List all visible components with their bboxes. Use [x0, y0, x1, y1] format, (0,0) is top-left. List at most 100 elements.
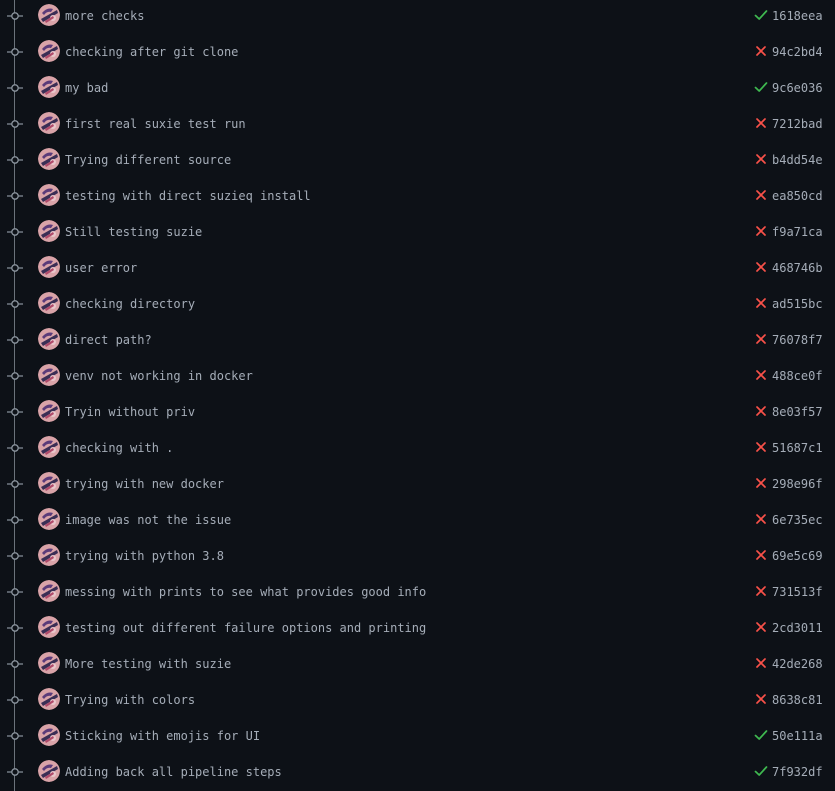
commit-row[interactable]: image was not the issue 6e735ec	[0, 504, 835, 540]
commit-message[interactable]: more checks	[65, 9, 144, 23]
commit-message[interactable]: More testing with suzie	[65, 657, 231, 671]
avatar[interactable]	[38, 148, 60, 170]
commit-row[interactable]: checking directory ad515bc	[0, 288, 835, 324]
x-icon[interactable]	[754, 404, 768, 418]
x-icon[interactable]	[754, 476, 768, 490]
x-icon[interactable]	[754, 548, 768, 562]
commit-sha-link[interactable]: 8e03f57	[772, 405, 823, 419]
commit-sha-link[interactable]: 6e735ec	[772, 513, 823, 527]
commit-message[interactable]: Still testing suzie	[65, 225, 202, 239]
x-icon[interactable]	[754, 260, 768, 274]
avatar[interactable]	[38, 292, 60, 314]
commit-sha-link[interactable]: b4dd54e	[772, 153, 823, 167]
commit-message[interactable]: trying with python 3.8	[65, 549, 224, 563]
commit-message[interactable]: Sticking with emojis for UI	[65, 729, 260, 743]
x-icon[interactable]	[754, 116, 768, 130]
x-icon[interactable]	[754, 224, 768, 238]
commit-row[interactable]: Tryin without priv 8e03f57	[0, 396, 835, 432]
x-icon[interactable]	[754, 296, 768, 310]
check-icon[interactable]	[754, 764, 768, 778]
commit-row[interactable]: venv not working in docker 488ce0f	[0, 360, 835, 396]
commit-sha-link[interactable]: 50e111a	[772, 729, 823, 743]
commit-row[interactable]: trying with python 3.8 69e5c69	[0, 540, 835, 576]
avatar[interactable]	[38, 724, 60, 746]
avatar[interactable]	[38, 184, 60, 206]
avatar[interactable]	[38, 220, 60, 242]
commit-sha-link[interactable]: 69e5c69	[772, 549, 823, 563]
avatar[interactable]	[38, 256, 60, 278]
avatar[interactable]	[38, 544, 60, 566]
commit-sha-link[interactable]: 76078f7	[772, 333, 823, 347]
x-icon[interactable]	[754, 512, 768, 526]
commit-row[interactable]: checking after git clone 94c2bd4	[0, 36, 835, 72]
avatar[interactable]	[38, 400, 60, 422]
commit-message[interactable]: checking after git clone	[65, 45, 238, 59]
avatar[interactable]	[38, 436, 60, 458]
commit-sha-link[interactable]: 42de268	[772, 657, 823, 671]
commit-message[interactable]: direct path?	[65, 333, 152, 347]
avatar[interactable]	[38, 364, 60, 386]
commit-sha-link[interactable]: ad515bc	[772, 297, 823, 311]
commit-sha-link[interactable]: 488ce0f	[772, 369, 823, 383]
commit-sha-link[interactable]: 7f932df	[772, 765, 823, 779]
avatar[interactable]	[38, 688, 60, 710]
avatar[interactable]	[38, 760, 60, 782]
commit-sha-link[interactable]: 9c6e036	[772, 81, 823, 95]
commit-sha-link[interactable]: 731513f	[772, 585, 823, 599]
avatar[interactable]	[38, 580, 60, 602]
avatar[interactable]	[38, 328, 60, 350]
check-icon[interactable]	[754, 8, 768, 22]
commit-message[interactable]: Trying with colors	[65, 693, 195, 707]
commit-row[interactable]: checking with . 51687c1	[0, 432, 835, 468]
x-icon[interactable]	[754, 620, 768, 634]
commit-row[interactable]: testing with direct suzieq install ea850c…	[0, 180, 835, 216]
commit-row[interactable]: Trying different source b4dd54e	[0, 144, 835, 180]
commit-message[interactable]: image was not the issue	[65, 513, 231, 527]
check-icon[interactable]	[754, 80, 768, 94]
commit-sha-link[interactable]: 2cd3011	[772, 621, 823, 635]
commit-row[interactable]: user error 468746b	[0, 252, 835, 288]
commit-message[interactable]: venv not working in docker	[65, 369, 253, 383]
commit-row[interactable]: my bad 9c6e036	[0, 72, 835, 108]
avatar[interactable]	[38, 472, 60, 494]
commit-sha-link[interactable]: 7212bad	[772, 117, 823, 131]
commit-sha-link[interactable]: 1618eea	[772, 9, 823, 23]
x-icon[interactable]	[754, 368, 768, 382]
commit-row[interactable]: messing with prints to see what provides…	[0, 576, 835, 612]
commit-message[interactable]: testing with direct suzieq install	[65, 189, 311, 203]
commit-message[interactable]: messing with prints to see what provides…	[65, 585, 426, 599]
commit-row[interactable]: Adding back all pipeline steps 7f932df	[0, 756, 835, 791]
commit-row[interactable]: Sticking with emojis for UI 50e111a	[0, 720, 835, 756]
x-icon[interactable]	[754, 692, 768, 706]
check-icon[interactable]	[754, 728, 768, 742]
commit-message[interactable]: testing out different failure options an…	[65, 621, 426, 635]
avatar[interactable]	[38, 76, 60, 98]
commit-message[interactable]: my bad	[65, 81, 108, 95]
avatar[interactable]	[38, 112, 60, 134]
avatar[interactable]	[38, 508, 60, 530]
avatar[interactable]	[38, 4, 60, 26]
commit-row[interactable]: first real suxie test run 7212bad	[0, 108, 835, 144]
commit-sha-link[interactable]: 51687c1	[772, 441, 823, 455]
commit-message[interactable]: trying with new docker	[65, 477, 224, 491]
commit-row[interactable]: trying with new docker 298e96f	[0, 468, 835, 504]
commit-message[interactable]: Trying different source	[65, 153, 231, 167]
commit-sha-link[interactable]: f9a71ca	[772, 225, 823, 239]
commit-message[interactable]: user error	[65, 261, 137, 275]
x-icon[interactable]	[754, 440, 768, 454]
commit-row[interactable]: direct path? 76078f7	[0, 324, 835, 360]
commit-sha-link[interactable]: ea850cd	[772, 189, 823, 203]
commit-message[interactable]: checking directory	[65, 297, 195, 311]
commit-sha-link[interactable]: 8638c81	[772, 693, 823, 707]
commit-message[interactable]: Adding back all pipeline steps	[65, 765, 282, 779]
x-icon[interactable]	[754, 332, 768, 346]
commit-row[interactable]: testing out different failure options an…	[0, 612, 835, 648]
commit-sha-link[interactable]: 94c2bd4	[772, 45, 823, 59]
avatar[interactable]	[38, 616, 60, 638]
x-icon[interactable]	[754, 656, 768, 670]
commit-sha-link[interactable]: 468746b	[772, 261, 823, 275]
x-icon[interactable]	[754, 44, 768, 58]
avatar[interactable]	[38, 40, 60, 62]
commit-message[interactable]: checking with .	[65, 441, 173, 455]
commit-message[interactable]: Tryin without priv	[65, 405, 195, 419]
